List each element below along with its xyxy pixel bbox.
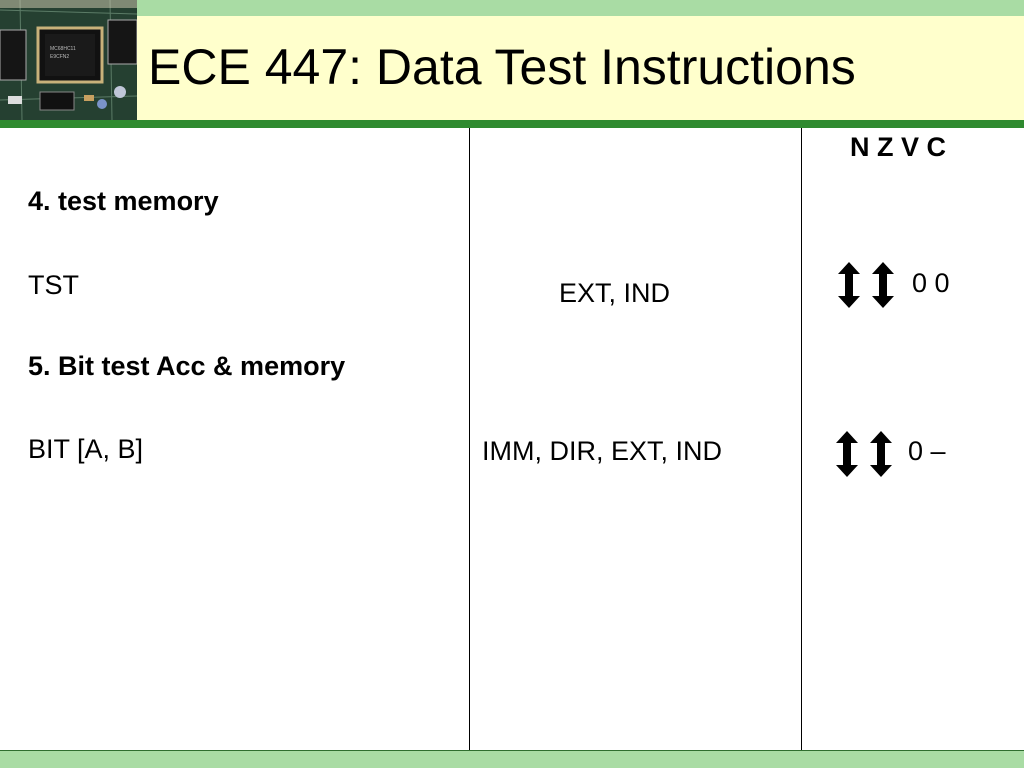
addressing-modes: IMM, DIR, EXT, IND — [482, 436, 723, 466]
section-title: 5. Bit test Acc & memory — [28, 351, 346, 381]
svg-text:E9CFN2: E9CFN2 — [50, 54, 69, 60]
addressing-modes: EXT, IND — [559, 278, 671, 308]
slide-title: ECE 447: Data Test Instructions — [148, 39, 856, 95]
instruction-mnemonic: BIT [A, B] — [28, 434, 144, 464]
flag-values: 0 – — [908, 436, 946, 466]
instruction-mnemonic: TST — [28, 270, 79, 300]
up-down-arrow-icon — [838, 262, 860, 308]
column-divider — [801, 128, 802, 750]
up-down-arrow-icon — [872, 262, 894, 308]
svg-text:MC68HC11: MC68HC11 — [50, 46, 76, 52]
title-underline — [0, 120, 1024, 128]
up-down-arrow-icon — [836, 431, 858, 477]
column-divider — [469, 128, 470, 750]
circuit-board-image: MC68HC11 E9CFN2 — [0, 0, 137, 120]
slide: MC68HC11 E9CFN2 ECE 447: Data Test Instr… — [0, 0, 1024, 768]
flags-header: N Z V C — [850, 132, 947, 162]
bottom-strip — [0, 750, 1024, 768]
flag-values: 0 0 — [912, 268, 950, 298]
section-title: 4. test memory — [28, 186, 219, 216]
top-strip — [0, 0, 1024, 16]
up-down-arrow-icon — [870, 431, 892, 477]
